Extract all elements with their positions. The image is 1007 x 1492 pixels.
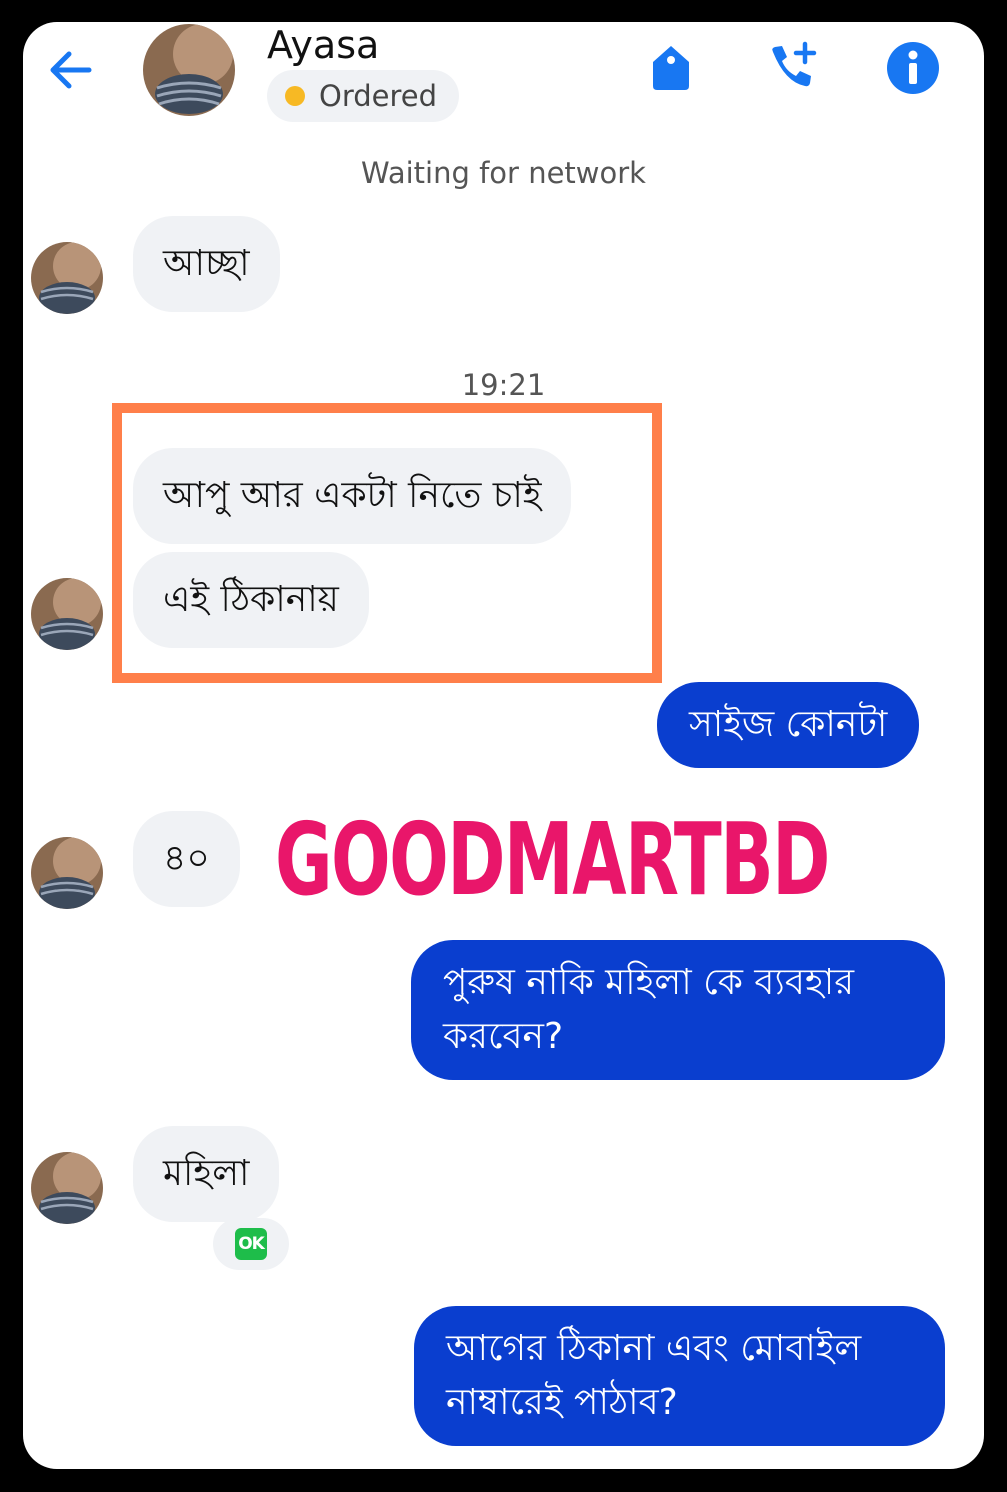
message-bubble-incoming[interactable]: আচ্ছা xyxy=(133,216,280,312)
message-timestamp: 19:21 xyxy=(461,368,546,402)
message-bubble-outgoing[interactable]: সাইজ কোনটা xyxy=(657,682,920,768)
ok-emoji-icon: OK xyxy=(235,1228,267,1260)
message-bubble-outgoing[interactable]: আগের ঠিকানা এবং মোবাইল নাম্বারেই পাঠাব? xyxy=(414,1306,945,1446)
contact-name[interactable]: Ayasa xyxy=(267,22,379,68)
back-button[interactable] xyxy=(45,44,97,96)
tag-icon xyxy=(653,46,689,90)
contact-avatar-small[interactable] xyxy=(31,837,103,909)
back-arrow-icon xyxy=(50,51,92,89)
message-reaction[interactable]: OK xyxy=(213,1218,289,1270)
status-label: Ordered xyxy=(319,79,438,113)
watermark-text: GOODMARTBD xyxy=(275,801,830,918)
message-bubble-incoming[interactable]: এই ঠিকানায় xyxy=(133,552,369,648)
contact-avatar-small[interactable] xyxy=(31,242,103,314)
status-dot xyxy=(285,86,305,106)
contact-avatar[interactable] xyxy=(143,24,235,116)
network-status: Waiting for network xyxy=(361,156,646,190)
contact-avatar-small[interactable] xyxy=(31,1152,103,1224)
info-button[interactable] xyxy=(885,40,941,96)
order-status-badge[interactable]: Ordered xyxy=(267,70,460,122)
add-call-icon xyxy=(772,41,817,87)
add-call-button[interactable] xyxy=(763,40,819,96)
message-bubble-outgoing[interactable]: পুরুষ নাকি মহিলা কে ব্যবহার করবেন? xyxy=(411,940,945,1080)
contact-avatar-small[interactable] xyxy=(31,578,103,650)
info-icon xyxy=(887,42,939,94)
label-tag-button[interactable] xyxy=(643,40,699,96)
message-bubble-incoming[interactable]: ৪০ xyxy=(133,811,240,907)
message-bubble-incoming[interactable]: আপু আর একটা নিতে চাই xyxy=(133,448,572,544)
message-bubble-incoming[interactable]: মহিলা xyxy=(133,1126,280,1222)
chat-screen: Ayasa Ordered Waiting for network আচ্ছা … xyxy=(23,22,984,1469)
